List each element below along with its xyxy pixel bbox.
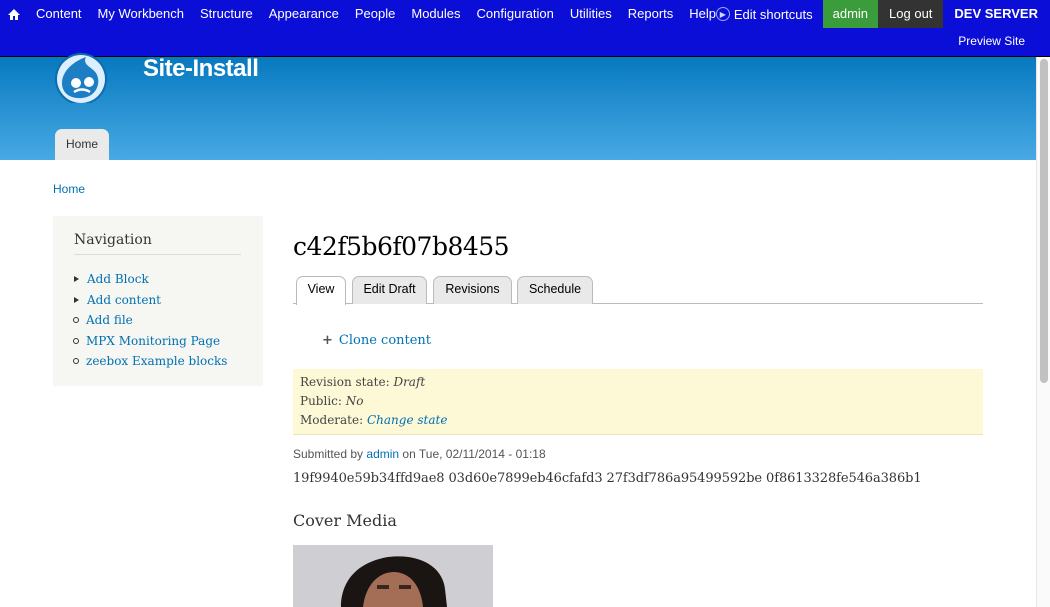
- toolbar-item-reports[interactable]: Reports: [620, 0, 682, 28]
- revision-state-label: Revision state:: [300, 375, 390, 389]
- tab-edit-draft[interactable]: Edit Draft: [352, 276, 427, 304]
- public-value: No: [345, 394, 364, 408]
- preview-site-link[interactable]: Preview Site: [958, 34, 1025, 48]
- main-menu-home[interactable]: Home: [55, 129, 109, 160]
- toolbar-item-people[interactable]: People: [347, 0, 403, 28]
- nav-item-add-file[interactable]: Add file: [73, 310, 227, 331]
- revision-state-row: Revision state: Draft: [300, 375, 983, 394]
- shortcuts-toggle[interactable]: ▶ Edit shortcuts: [715, 0, 823, 28]
- revision-state-value: Draft: [393, 375, 426, 389]
- page-title: c42f5b6f07b8455: [293, 232, 510, 261]
- node-body: 19f9940e59b34ffd9ae8 03d60e7899eb46cfafd…: [293, 471, 922, 486]
- nav-item-label[interactable]: Add content: [87, 293, 161, 307]
- nav-item-add-block[interactable]: Add Block: [73, 269, 227, 290]
- admin-toolbar: Content My Workbench Structure Appearanc…: [0, 0, 1050, 57]
- nav-item-label[interactable]: Add Block: [87, 272, 149, 286]
- breadcrumb[interactable]: Home: [53, 182, 85, 196]
- toolbar-item-configuration[interactable]: Configuration: [469, 0, 562, 28]
- drupal-logo[interactable]: [52, 49, 110, 103]
- home-icon[interactable]: [0, 0, 28, 28]
- clone-content-link[interactable]: + Clone content: [322, 333, 431, 348]
- nav-item-label[interactable]: zeebox Example blocks: [86, 354, 227, 368]
- local-tasks-tabs: View Edit Draft Revisions Schedule: [293, 276, 983, 305]
- triangle-bullet-icon: [74, 276, 79, 283]
- nav-item-mpx-monitoring[interactable]: MPX Monitoring Page: [73, 331, 227, 352]
- site-name[interactable]: Site-Install: [143, 55, 259, 83]
- circle-bullet-icon: [73, 337, 79, 344]
- triangle-bullet-icon: [74, 296, 79, 303]
- change-state-link[interactable]: Change state: [367, 413, 447, 427]
- toolbar-item-my-workbench[interactable]: My Workbench: [90, 0, 192, 28]
- moderate-label: Moderate:: [300, 413, 364, 427]
- nav-item-add-content[interactable]: Add content: [73, 290, 227, 311]
- environment-label: DEV SERVER: [954, 6, 1038, 21]
- toolbar-item-utilities[interactable]: Utilities: [562, 0, 620, 28]
- circle-bullet-icon: [73, 358, 79, 365]
- user-account-link[interactable]: admin: [822, 0, 879, 28]
- submitted-date: on Tue, 02/11/2014 - 01:18: [402, 447, 546, 461]
- navigation-title: Navigation: [74, 232, 152, 248]
- moderate-row: Moderate: Change state: [300, 413, 983, 432]
- tab-view[interactable]: View: [296, 276, 346, 305]
- navigation-block: Navigation Add Block Add content Add fil…: [53, 216, 263, 386]
- tab-revisions[interactable]: Revisions: [433, 276, 512, 304]
- toolbar-item-structure[interactable]: Structure: [192, 0, 261, 28]
- scrollbar-thumb[interactable]: [1040, 59, 1048, 383]
- tab-schedule[interactable]: Schedule: [517, 276, 593, 304]
- toolbar-item-content[interactable]: Content: [28, 0, 90, 28]
- toolbar-user-menu: ▶ Edit shortcuts admin Log out DEV SERVE…: [715, 0, 1050, 28]
- chevron-right-icon: ▶: [715, 7, 730, 21]
- moderation-panel: Revision state: Draft Public: No Moderat…: [293, 369, 983, 435]
- site-header: Site-Install Home: [0, 53, 1036, 160]
- clone-content-label[interactable]: Clone content: [339, 333, 431, 348]
- toolbar-item-appearance[interactable]: Appearance: [261, 0, 347, 28]
- nav-item-label[interactable]: Add file: [86, 313, 133, 327]
- toolbar-item-modules[interactable]: Modules: [403, 0, 468, 28]
- toolbar-menu: Content My Workbench Structure Appearanc…: [0, 0, 724, 28]
- submitted-info: Submitted by admin on Tue, 02/11/2014 - …: [293, 447, 546, 461]
- cover-media-title: Cover Media: [293, 511, 397, 530]
- public-label: Public:: [300, 394, 342, 408]
- author-link[interactable]: admin: [366, 447, 399, 461]
- nav-item-label[interactable]: MPX Monitoring Page: [86, 334, 220, 348]
- submitted-prefix: Submitted by: [293, 447, 364, 461]
- navigation-list: Add Block Add content Add file MPX Monit…: [73, 269, 227, 372]
- plus-icon: +: [322, 333, 333, 348]
- cover-media-image[interactable]: [293, 545, 493, 607]
- shortcuts-label: Edit shortcuts: [733, 6, 813, 22]
- circle-bullet-icon: [73, 317, 79, 324]
- divider: [74, 254, 241, 255]
- page-scrollbar[interactable]: [1036, 57, 1050, 607]
- logout-button[interactable]: Log out: [878, 0, 944, 28]
- nav-item-zeebox-blocks[interactable]: zeebox Example blocks: [73, 351, 227, 372]
- public-row: Public: No: [300, 394, 983, 413]
